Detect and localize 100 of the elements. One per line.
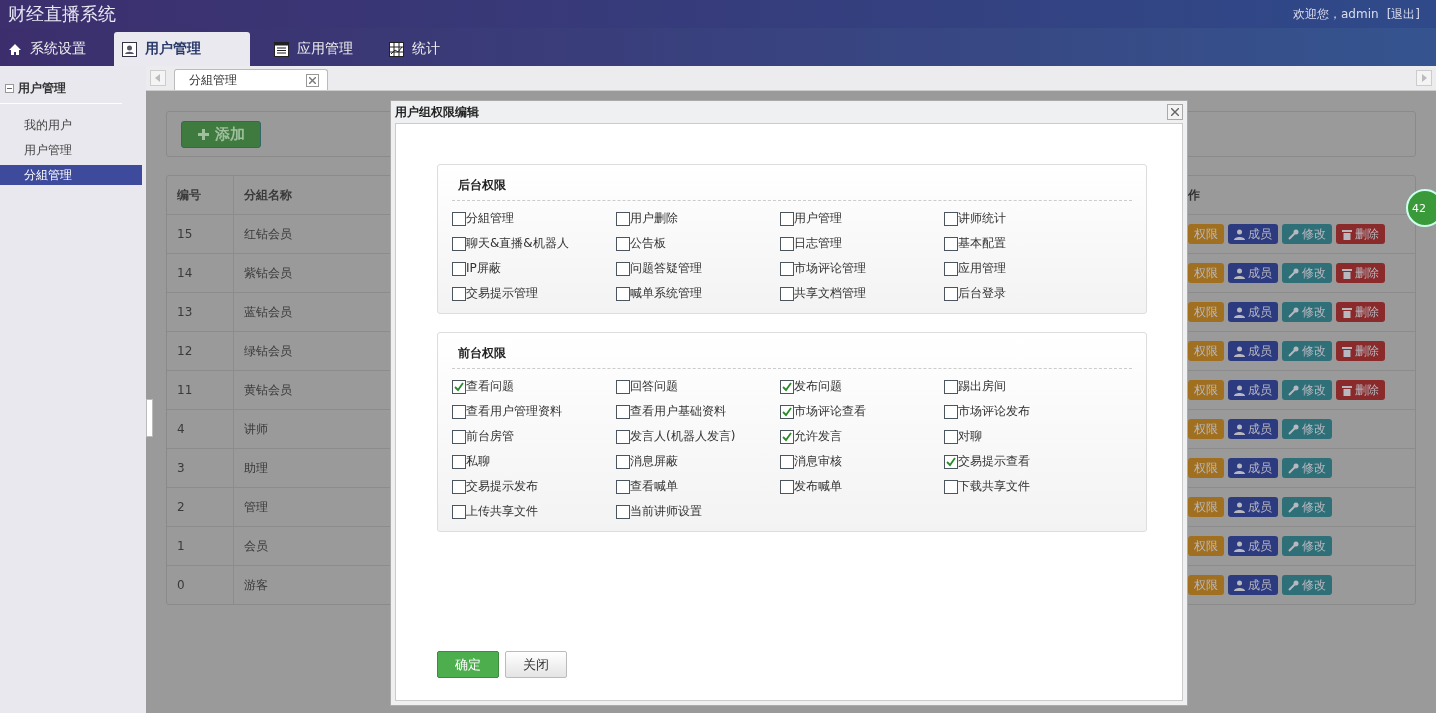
- plus-icon: [197, 128, 209, 140]
- sidebar-item[interactable]: 我的用户: [0, 115, 142, 135]
- close-button[interactable]: [1167, 104, 1183, 120]
- edit-button[interactable]: 修改: [1282, 341, 1332, 361]
- checkbox[interactable]: [944, 404, 958, 419]
- checkbox[interactable]: [944, 479, 958, 494]
- member-button[interactable]: 成员: [1228, 302, 1278, 322]
- checkbox[interactable]: [452, 286, 466, 301]
- edit-button[interactable]: 修改: [1282, 536, 1332, 556]
- checkbox[interactable]: [452, 429, 466, 444]
- member-button[interactable]: 成员: [1228, 458, 1278, 478]
- member-button[interactable]: 成员: [1228, 497, 1278, 517]
- checkbox[interactable]: [616, 504, 630, 519]
- nav-tab[interactable]: 统计: [381, 32, 468, 66]
- member-button[interactable]: 成员: [1228, 575, 1278, 595]
- checkbox[interactable]: [780, 404, 794, 419]
- checkbox[interactable]: [452, 504, 466, 519]
- add-button[interactable]: 添加: [181, 120, 261, 148]
- checkbox[interactable]: [944, 429, 958, 444]
- edit-button[interactable]: 修改: [1282, 224, 1332, 244]
- member-button[interactable]: 成员: [1228, 536, 1278, 556]
- checkbox[interactable]: [452, 454, 466, 469]
- edit-button[interactable]: 修改: [1282, 380, 1332, 400]
- user-icon: [1234, 423, 1245, 435]
- checkbox[interactable]: [616, 236, 630, 251]
- edit-button[interactable]: 修改: [1282, 458, 1332, 478]
- permission-label: 基本配置: [958, 235, 1006, 252]
- edit-button[interactable]: 修改: [1282, 419, 1332, 439]
- checkbox[interactable]: [780, 211, 794, 226]
- close-dialog-button[interactable]: 关闭: [505, 651, 567, 678]
- collapse-handle[interactable]: [146, 399, 153, 437]
- checkbox[interactable]: [616, 454, 630, 469]
- checkbox[interactable]: [780, 429, 794, 444]
- nav-tab[interactable]: 应用管理: [266, 32, 381, 66]
- delete-button[interactable]: 删除: [1336, 263, 1385, 283]
- checkbox[interactable]: [452, 261, 466, 276]
- member-button[interactable]: 成员: [1228, 263, 1278, 283]
- checkbox[interactable]: [780, 479, 794, 494]
- checkbox[interactable]: [616, 379, 630, 394]
- confirm-button[interactable]: 确定: [437, 651, 499, 678]
- checkbox[interactable]: [780, 454, 794, 469]
- member-button[interactable]: 成员: [1228, 380, 1278, 400]
- checkbox[interactable]: [944, 211, 958, 226]
- checkbox[interactable]: [944, 286, 958, 301]
- grid-icon: [389, 41, 404, 57]
- sidebar-item[interactable]: 分組管理: [0, 165, 142, 185]
- permission-label: 允许发言: [794, 428, 842, 445]
- wrench-icon: [1288, 501, 1299, 513]
- checkbox[interactable]: [452, 379, 466, 394]
- edit-button[interactable]: 修改: [1282, 497, 1332, 517]
- permission-label: 当前讲师设置: [630, 503, 702, 520]
- user-icon: [1234, 579, 1245, 591]
- checkbox[interactable]: [452, 404, 466, 419]
- table-cell: 14: [167, 253, 233, 292]
- collapse-icon[interactable]: [5, 84, 14, 93]
- checkbox[interactable]: [780, 261, 794, 276]
- delete-button[interactable]: 删除: [1336, 302, 1385, 322]
- edit-button[interactable]: 修改: [1282, 263, 1332, 283]
- list-icon: [274, 41, 289, 57]
- checkbox[interactable]: [944, 261, 958, 276]
- permission-label: 私聊: [466, 453, 490, 470]
- checkbox[interactable]: [780, 286, 794, 301]
- dialog-title: 用户组权限编辑: [395, 103, 479, 121]
- trash-icon: [1342, 228, 1352, 240]
- checkbox[interactable]: [780, 379, 794, 394]
- checkbox[interactable]: [616, 404, 630, 419]
- tab-close-button[interactable]: [306, 73, 319, 87]
- checkbox[interactable]: [616, 211, 630, 226]
- delete-button[interactable]: 删除: [1336, 224, 1385, 244]
- checkbox[interactable]: [452, 479, 466, 494]
- checkbox[interactable]: [616, 429, 630, 444]
- permission-label: 发布问题: [794, 378, 842, 395]
- app-title: 财经直播系统: [8, 2, 116, 26]
- logout-link[interactable]: [退出]: [1386, 5, 1420, 23]
- page-tab[interactable]: 分組管理: [174, 69, 328, 90]
- checkbox[interactable]: [780, 236, 794, 251]
- trash-icon: [1342, 384, 1352, 396]
- permission-label: 应用管理: [958, 260, 1006, 277]
- checkbox[interactable]: [944, 454, 958, 469]
- checkbox[interactable]: [944, 236, 958, 251]
- trash-icon: [1342, 345, 1352, 357]
- column-header: 作: [1187, 186, 1201, 204]
- nav-tab[interactable]: 用户管理: [114, 32, 250, 66]
- member-button[interactable]: 成员: [1228, 419, 1278, 439]
- checkbox[interactable]: [944, 379, 958, 394]
- member-button[interactable]: 成员: [1228, 341, 1278, 361]
- trash-icon: [1342, 306, 1352, 318]
- sidebar-item[interactable]: 用户管理: [0, 140, 142, 160]
- delete-button[interactable]: 删除: [1336, 380, 1385, 400]
- right-arrow-icon: [1421, 74, 1427, 82]
- edit-button[interactable]: 修改: [1282, 575, 1332, 595]
- edit-button[interactable]: 修改: [1282, 302, 1332, 322]
- delete-button[interactable]: 删除: [1336, 341, 1385, 361]
- checkbox[interactable]: [616, 261, 630, 276]
- checkbox[interactable]: [452, 211, 466, 226]
- checkbox[interactable]: [616, 479, 630, 494]
- checkbox[interactable]: [452, 236, 466, 251]
- checkbox[interactable]: [616, 286, 630, 301]
- nav-tab[interactable]: 系统设置: [0, 32, 114, 66]
- member-button[interactable]: 成员: [1228, 224, 1278, 244]
